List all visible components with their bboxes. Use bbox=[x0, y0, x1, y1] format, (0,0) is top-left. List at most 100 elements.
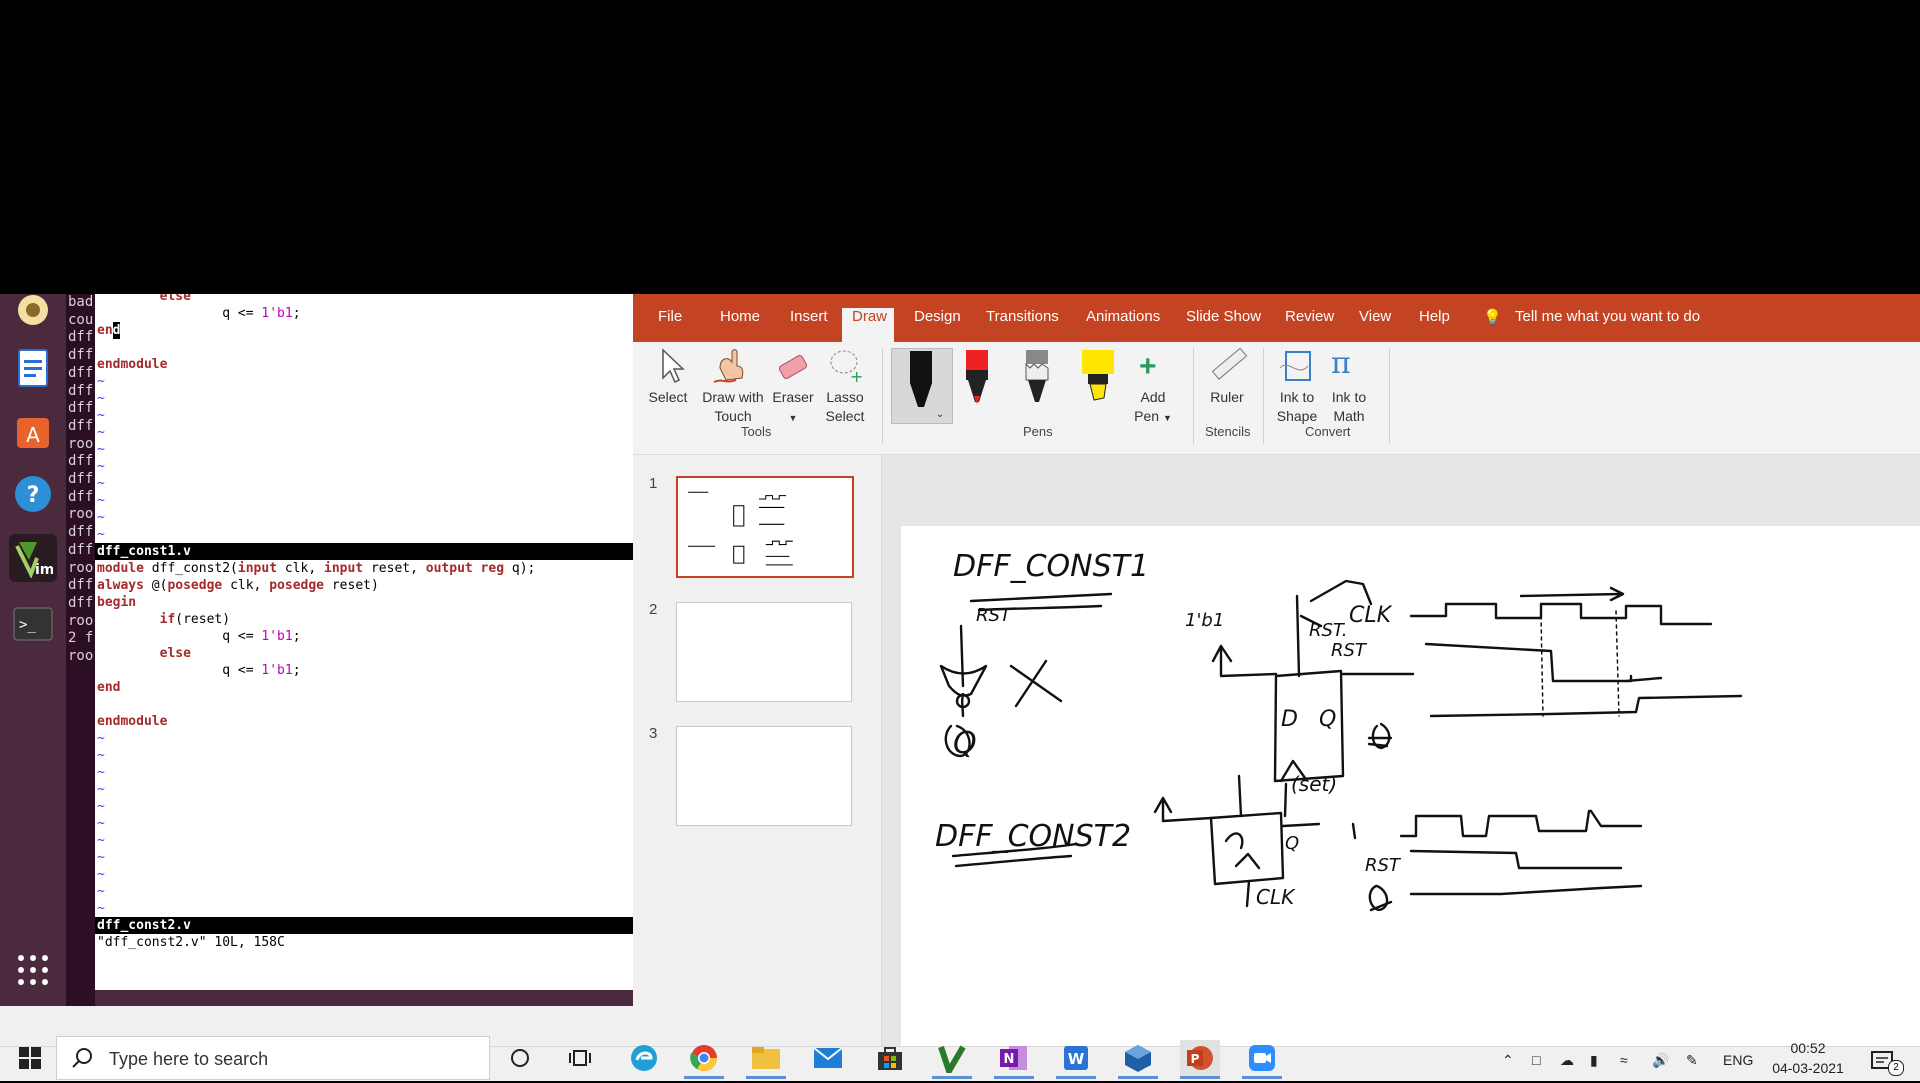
select-button[interactable]: Select bbox=[643, 388, 693, 407]
gray-pen[interactable] bbox=[1022, 348, 1052, 413]
empty-line-tilde: ~ bbox=[97, 748, 105, 763]
code-line: q <= 1'b1; bbox=[97, 663, 301, 678]
svg-text:im: im bbox=[35, 562, 53, 578]
slide-thumbnail-2[interactable] bbox=[676, 602, 852, 702]
red-pen[interactable] bbox=[962, 348, 992, 413]
black-pen[interactable]: ⌄ bbox=[891, 348, 953, 424]
tab-draw[interactable]: Draw bbox=[852, 308, 887, 325]
current-slide-canvas[interactable]: DFF_CONST1 RST Q 1'b1 RST. D Q CLK RST D… bbox=[901, 526, 1920, 1046]
slide-thumbnail-3[interactable] bbox=[676, 726, 852, 826]
empty-line-tilde: ~ bbox=[97, 816, 105, 831]
tell-me-search[interactable]: Tell me what you want to do bbox=[1515, 308, 1700, 325]
onedrive-icon[interactable]: ☁ bbox=[1560, 1052, 1574, 1069]
add-pen-plus-icon[interactable]: + bbox=[1139, 350, 1157, 384]
lasso-select-icon[interactable]: + bbox=[828, 348, 864, 389]
mail-icon[interactable] bbox=[808, 1040, 848, 1076]
tab-animations[interactable]: Animations bbox=[1086, 308, 1160, 325]
wifi-icon[interactable]: ≈ bbox=[1620, 1052, 1628, 1068]
vim-taskbar-icon[interactable] bbox=[932, 1040, 972, 1079]
battery-icon[interactable]: ▮ bbox=[1590, 1052, 1598, 1069]
volume-icon[interactable]: 🔊 bbox=[1652, 1052, 1669, 1069]
svg-text:A: A bbox=[26, 423, 40, 447]
file-explorer-icon[interactable] bbox=[746, 1040, 786, 1079]
ink-clk-label: CLK bbox=[1349, 603, 1393, 628]
store-icon[interactable] bbox=[870, 1040, 910, 1076]
notifications-icon[interactable]: 2 bbox=[1868, 1046, 1904, 1078]
select-arrow-icon[interactable] bbox=[657, 348, 687, 389]
virtualbox-icon[interactable] bbox=[1118, 1040, 1158, 1079]
tab-file[interactable]: File bbox=[658, 308, 682, 325]
chrome-icon[interactable] bbox=[684, 1040, 724, 1079]
tab-slide-show[interactable]: Slide Show bbox=[1186, 308, 1261, 325]
cortana-icon[interactable] bbox=[500, 1040, 540, 1076]
add-pen-button[interactable]: Add Pen ▼ bbox=[1131, 388, 1175, 428]
vim-editor[interactable]: else q <= 1'b1; end endmodule ~ ~ ~ ~ ~ ~ ~ ~ ~ ~… bbox=[95, 294, 633, 1006]
eraser-button[interactable]: Eraser ▼ bbox=[771, 388, 815, 428]
tab-review[interactable]: Review bbox=[1285, 308, 1334, 325]
code-line: else bbox=[97, 646, 191, 661]
notification-count: 2 bbox=[1888, 1060, 1904, 1076]
slide-thumbnail-1[interactable] bbox=[676, 476, 854, 578]
group-separator bbox=[1389, 348, 1390, 444]
group-separator bbox=[1193, 348, 1194, 444]
code-line: q <= 1'b1; bbox=[97, 306, 301, 321]
help-icon[interactable]: ? bbox=[9, 470, 57, 518]
writer-taskbar-icon[interactable]: W bbox=[1056, 1040, 1096, 1079]
code-line: endmodule bbox=[97, 357, 168, 372]
ink-to-math-button[interactable]: Ink to Math bbox=[1325, 388, 1373, 426]
empty-line-tilde: ~ bbox=[97, 476, 105, 491]
group-label-convert: Convert bbox=[1305, 424, 1351, 439]
terminal-icon[interactable]: >_ bbox=[9, 600, 57, 648]
code-line: end bbox=[97, 680, 121, 695]
lasso-select-button[interactable]: Lasso Select bbox=[819, 388, 871, 426]
taskbar-search-box[interactable]: Type here to search bbox=[56, 1036, 490, 1080]
powerpoint-taskbar-icon[interactable]: P bbox=[1180, 1040, 1220, 1079]
apps-grid-icon[interactable] bbox=[9, 946, 57, 994]
ruler-button[interactable]: Ruler bbox=[1205, 388, 1249, 407]
tab-view[interactable]: View bbox=[1359, 308, 1391, 325]
code-line: module dff_const2(input clk, input reset… bbox=[97, 561, 536, 576]
tab-home[interactable]: Home bbox=[720, 308, 760, 325]
svg-text:+: + bbox=[850, 367, 863, 384]
tab-help[interactable]: Help bbox=[1419, 308, 1450, 325]
vim-status-line-1: dff_const1.v bbox=[95, 543, 633, 560]
ruler-icon[interactable] bbox=[1208, 347, 1248, 389]
search-placeholder: Type here to search bbox=[109, 1049, 269, 1069]
empty-line-tilde: ~ bbox=[97, 884, 105, 899]
tab-design[interactable]: Design bbox=[914, 308, 961, 325]
ink-q-label-3: Q bbox=[1285, 833, 1299, 854]
eraser-icon[interactable] bbox=[776, 350, 810, 387]
draw-with-touch-button[interactable]: Draw with Touch bbox=[697, 388, 769, 426]
ink-to-shape-button[interactable]: Ink to Shape bbox=[1273, 388, 1321, 426]
draw-with-touch-icon[interactable] bbox=[712, 348, 746, 389]
yellow-highlighter[interactable] bbox=[1080, 348, 1116, 413]
group-separator bbox=[1263, 348, 1264, 444]
edge-icon[interactable] bbox=[624, 1040, 664, 1076]
tab-insert[interactable]: Insert bbox=[790, 308, 828, 325]
software-center-icon[interactable]: A bbox=[9, 406, 57, 454]
terminal-line: dff bbox=[68, 577, 94, 594]
pen-icon[interactable]: ✎ bbox=[1686, 1052, 1698, 1069]
windows-start-icon[interactable] bbox=[10, 1040, 50, 1076]
clock-date: 04-03-2021 bbox=[1772, 1060, 1844, 1076]
task-view-icon[interactable] bbox=[560, 1040, 600, 1076]
slide-thumbnail-pane: 1 2 3 bbox=[633, 455, 882, 1046]
terminal-background-window[interactable]: bad cou dff dff dff dff dff dff roo dff dff dff roo d… bbox=[66, 294, 95, 1006]
tab-transitions[interactable]: Transitions bbox=[986, 308, 1059, 325]
ink-to-math-icon[interactable]: π bbox=[1331, 346, 1351, 381]
language-indicator[interactable]: ENG bbox=[1723, 1052, 1753, 1068]
ink-to-shape-icon[interactable] bbox=[1278, 348, 1318, 389]
powerpoint-window[interactable]: File Home Insert Draw Design Transitions… bbox=[633, 294, 1920, 1046]
meet-now-icon[interactable]: □ bbox=[1532, 1052, 1540, 1068]
writer-icon[interactable] bbox=[9, 344, 57, 392]
zoom-icon[interactable] bbox=[1242, 1040, 1282, 1079]
chevron-up-icon[interactable]: ⌃ bbox=[1502, 1052, 1514, 1069]
onenote-icon[interactable]: N bbox=[994, 1040, 1034, 1079]
audio-icon[interactable] bbox=[9, 286, 57, 334]
terminal-output: bad cou dff dff dff dff dff dff roo dff dff dff roo d… bbox=[66, 294, 95, 666]
clock[interactable]: 00:52 04-03-2021 bbox=[1768, 1038, 1848, 1078]
ink-rst-label-2: RST bbox=[1331, 640, 1368, 661]
vim-icon[interactable]: im bbox=[9, 534, 57, 582]
